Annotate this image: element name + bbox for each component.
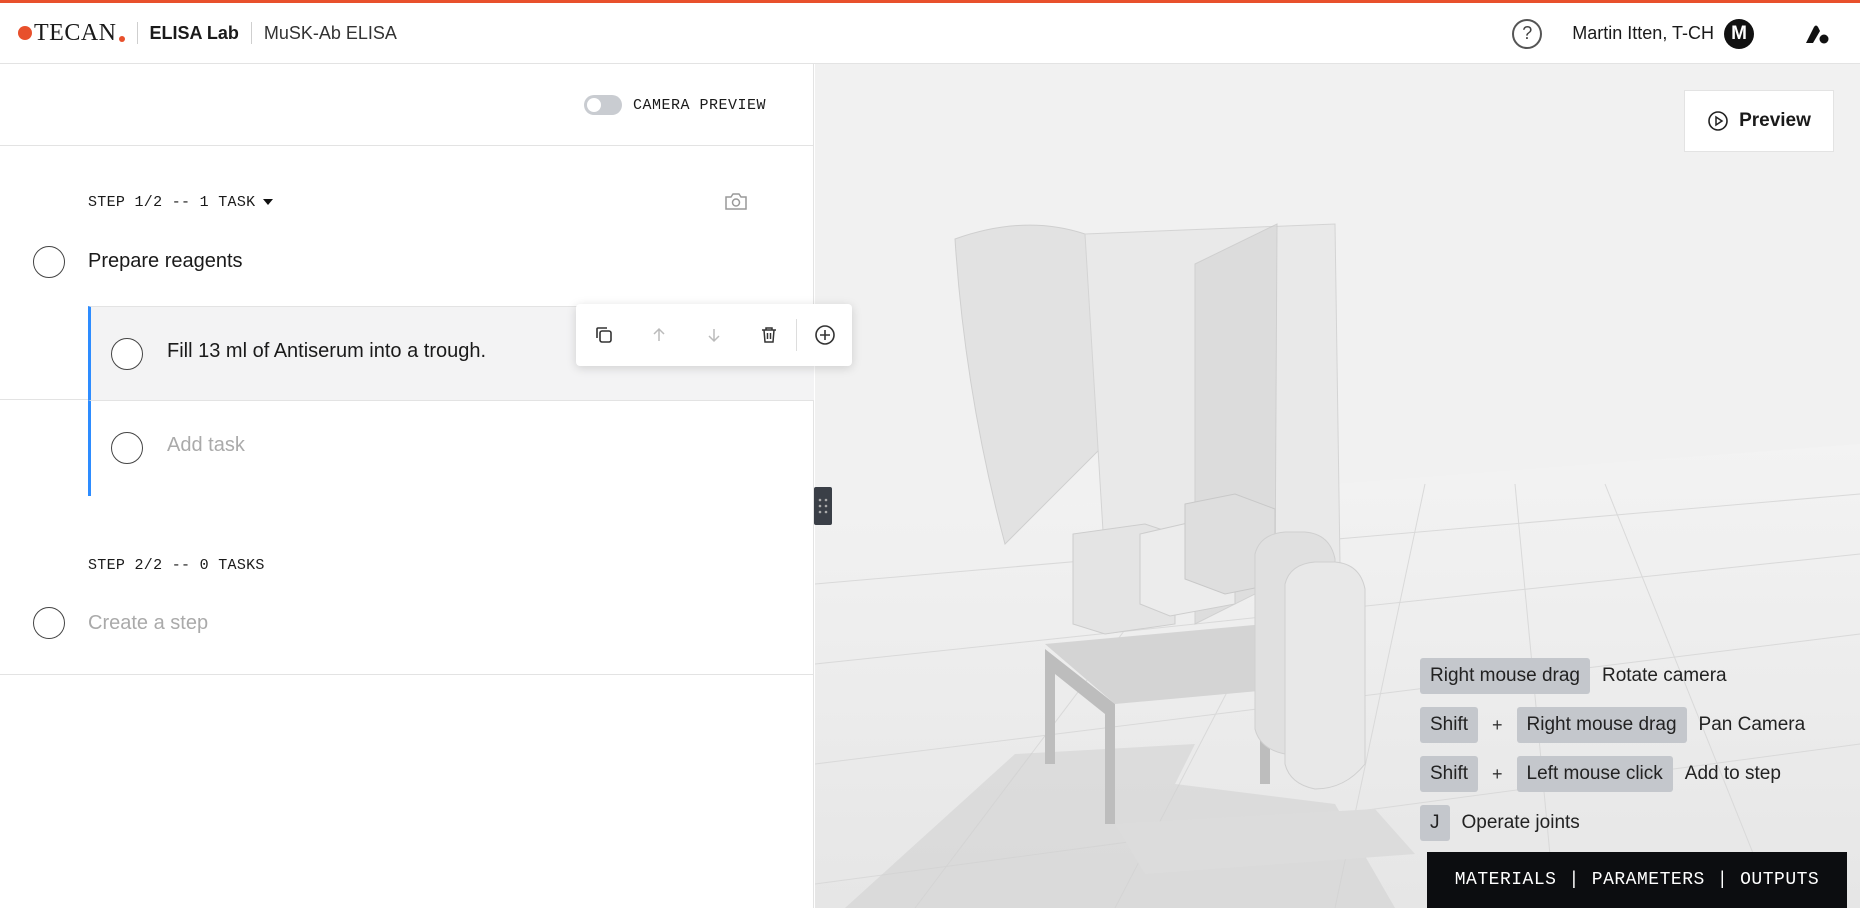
breadcrumb-app-name[interactable]: ELISA Lab xyxy=(150,23,239,44)
camera-icon[interactable] xyxy=(724,191,748,211)
shortcut-action: Operate joints xyxy=(1461,812,1580,833)
preview-label: Preview xyxy=(1739,110,1811,131)
step-header[interactable]: STEP 2/2 -- 0 TASKS xyxy=(88,557,265,574)
panel-resize-handle[interactable] xyxy=(814,487,832,525)
caret-down-icon[interactable] xyxy=(263,199,274,206)
tab-parameters[interactable]: PARAMETERS xyxy=(1592,870,1705,890)
step-header[interactable]: STEP 1/2 -- 1 TASK xyxy=(88,194,274,211)
arrow-up-icon xyxy=(652,327,665,341)
plus-circle-icon xyxy=(814,325,835,345)
shortcut-row: Shift + Right mouse drag Pan Camera xyxy=(1420,707,1805,743)
shortcut-action: Add to step xyxy=(1684,763,1781,784)
create-step-input[interactable]: Create a step xyxy=(88,612,208,635)
add-button[interactable] xyxy=(797,304,852,366)
logo-dot-icon xyxy=(18,26,32,40)
tab-separator: | xyxy=(1716,870,1729,890)
help-icon[interactable]: ? xyxy=(1512,18,1543,49)
trash-icon xyxy=(761,327,776,343)
shortcut-key: Shift xyxy=(1420,707,1479,743)
plus-sign: + xyxy=(1492,763,1503,784)
create-step-radio xyxy=(33,607,65,639)
delete-button[interactable] xyxy=(741,304,796,366)
preview-button[interactable]: Preview xyxy=(1684,90,1834,152)
tab-materials[interactable]: MATERIALS xyxy=(1455,870,1557,890)
add-task-input[interactable]: Add task xyxy=(167,434,245,457)
breadcrumb-divider xyxy=(250,22,252,44)
shortcut-key: Left mouse click xyxy=(1516,756,1673,792)
bottom-tabs: MATERIALS | PARAMETERS | OUTPUTS xyxy=(1427,852,1847,908)
logo-end-dot-icon xyxy=(118,36,125,42)
shortcut-row: Right mouse drag Rotate camera xyxy=(1420,658,1805,694)
shortcut-action: Rotate camera xyxy=(1601,665,1727,686)
avatar[interactable]: M xyxy=(1724,18,1754,49)
shortcut-row: Shift + Left mouse click Add to step xyxy=(1420,756,1805,792)
brand-mark-icon[interactable] xyxy=(1804,23,1830,45)
arrow-down-icon xyxy=(707,329,720,343)
move-down-button[interactable] xyxy=(686,304,741,366)
shortcut-key: J xyxy=(1420,805,1450,841)
step-header-label: STEP 2/2 -- 0 TASKS xyxy=(88,557,265,574)
task-text[interactable]: Fill 13 ml of Antiserum into a trough. xyxy=(167,340,486,363)
step-complete-radio[interactable] xyxy=(33,246,65,278)
breadcrumb-divider xyxy=(136,22,138,44)
tab-separator: | xyxy=(1568,870,1580,890)
camera-preview-toggle[interactable] xyxy=(584,95,622,115)
duplicate-button[interactable] xyxy=(576,304,631,366)
play-circle-icon xyxy=(1708,111,1728,131)
steps-panel: CAMERA PREVIEW STEP 1/2 -- 1 TASK Prepar… xyxy=(0,64,814,908)
task-complete-radio xyxy=(111,432,143,464)
shortcut-action: Pan Camera xyxy=(1698,714,1806,735)
shortcut-key: Shift xyxy=(1420,756,1479,792)
shortcut-key: Right mouse drag xyxy=(1420,658,1590,694)
shortcut-row: J Operate joints xyxy=(1420,805,1805,841)
drag-handle-icon xyxy=(818,498,828,514)
step-header-label: STEP 1/2 -- 1 TASK xyxy=(88,194,256,211)
move-up-button[interactable] xyxy=(631,304,686,366)
logo-text: TECAN xyxy=(34,19,117,46)
step-title[interactable]: Prepare reagents xyxy=(88,250,243,273)
task-complete-radio[interactable] xyxy=(111,338,143,370)
shortcut-key: Right mouse drag xyxy=(1516,707,1687,743)
copy-icon xyxy=(595,327,612,343)
user-name[interactable]: Martin Itten, T-CH xyxy=(1572,23,1714,44)
breadcrumb-document-name[interactable]: MuSK-Ab ELISA xyxy=(264,23,397,44)
tecan-logo[interactable]: TECAN xyxy=(18,20,125,47)
top-bar: TECAN ELISA Lab MuSK-Ab ELISA ? Martin I… xyxy=(0,0,1860,64)
plus-sign: + xyxy=(1492,714,1503,735)
panel-toolbar: CAMERA PREVIEW xyxy=(0,64,813,146)
tab-outputs[interactable]: OUTPUTS xyxy=(1740,870,1819,890)
camera-preview-label: CAMERA PREVIEW xyxy=(633,97,767,114)
add-task-row[interactable]: Add task xyxy=(88,401,814,496)
keyboard-shortcuts: Right mouse drag Rotate camera Shift + R… xyxy=(1420,658,1805,854)
step-2: STEP 2/2 -- 0 TASKS Create a step xyxy=(0,495,813,675)
task-actions-toolbar xyxy=(576,304,852,366)
